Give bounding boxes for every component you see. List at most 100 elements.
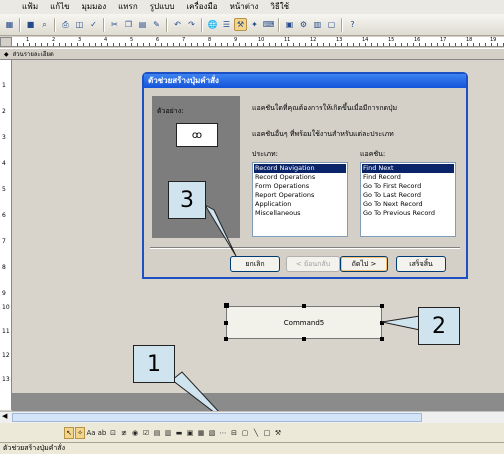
resize-handle[interactable] xyxy=(380,337,384,341)
hyperlink-icon[interactable]: 🌐 xyxy=(206,18,219,31)
image-icon[interactable]: ▣ xyxy=(185,427,195,439)
list-item[interactable]: Miscellaneous xyxy=(254,209,346,218)
resize-handle[interactable] xyxy=(224,321,228,325)
move-handle[interactable] xyxy=(224,303,229,308)
menu-tools[interactable]: เครื่องมือ xyxy=(180,0,223,14)
ruler-number: 1 xyxy=(26,37,30,43)
menu-help[interactable]: วิธีใช้ xyxy=(264,0,295,14)
autoformat-icon[interactable]: ✦ xyxy=(248,18,261,31)
standard-toolbar: ▦ ■ ⌕ ⎙ ◫ ✓ ✂ ❐ ▤ ✎ ↶ ↷ 🌐 ☰ ⚒ ✦ ⌨ ▣ ⚙ ▥ … xyxy=(0,14,504,36)
categories-listbox[interactable]: Record Navigation Record Operations Form… xyxy=(252,162,348,237)
label-icon[interactable]: Aa xyxy=(86,427,96,439)
properties-icon[interactable]: ▣ xyxy=(283,18,296,31)
ruler-number: 18 xyxy=(466,37,473,43)
command-button-icon[interactable]: ▬ xyxy=(174,427,184,439)
finish-button[interactable]: เสร็จสิ้น xyxy=(396,256,446,272)
help-icon[interactable]: ? xyxy=(346,18,359,31)
ruler-number: 11 xyxy=(2,328,10,335)
textbox-icon[interactable]: ab xyxy=(97,427,107,439)
back-button[interactable]: < ย้อนกลับ xyxy=(286,256,340,272)
resize-handle[interactable] xyxy=(380,304,384,308)
menu-edit[interactable]: แก้ไข xyxy=(44,0,76,14)
list-item[interactable]: Record Operations xyxy=(254,173,346,182)
cut-icon[interactable]: ✂ xyxy=(108,18,121,31)
copy-icon[interactable]: ❐ xyxy=(122,18,135,31)
cancel-button[interactable]: ยกเลิก xyxy=(230,256,280,272)
database-window-icon[interactable]: ▥ xyxy=(311,18,324,31)
list-item[interactable]: Go To Next Record xyxy=(362,200,454,209)
ruler-number: 6 xyxy=(2,212,6,219)
list-item[interactable]: Find Next xyxy=(362,164,454,173)
command-button-wizard-dialog: ตัวช่วยสร้างปุ่มคำสั่ง ตัวอย่าง: ꝏ แอคชั… xyxy=(142,72,468,279)
sample-label: ตัวอย่าง: xyxy=(157,107,184,115)
list-item[interactable]: Find Record xyxy=(362,173,454,182)
combo-box-icon[interactable]: ▤ xyxy=(152,427,162,439)
rectangle-icon[interactable]: □ xyxy=(262,427,272,439)
scroll-left-icon[interactable]: ◀ xyxy=(2,412,7,420)
list-box-icon[interactable]: ▥ xyxy=(163,427,173,439)
detail-section-header[interactable]: ◆ ส่วนรายละเอียด xyxy=(0,48,504,60)
ruler-number: 14 xyxy=(362,37,369,43)
print-icon[interactable]: ⎙ xyxy=(59,18,72,31)
line-icon[interactable]: ╲ xyxy=(251,427,261,439)
field-list-icon[interactable]: ☰ xyxy=(220,18,233,31)
scrollbar-thumb[interactable] xyxy=(12,413,422,422)
view-icon[interactable]: ▦ xyxy=(3,18,16,31)
toggle-button-icon[interactable]: ≢ xyxy=(119,427,129,439)
subform-icon[interactable]: ▢ xyxy=(240,427,250,439)
list-item[interactable]: Go To Last Record xyxy=(362,191,454,200)
menu-insert[interactable]: แทรก xyxy=(112,0,144,14)
search-icon[interactable]: ⌕ xyxy=(38,18,51,31)
page-break-icon[interactable]: ⋯ xyxy=(218,427,228,439)
control-wizards-icon[interactable]: ✧ xyxy=(75,426,85,439)
resize-handle[interactable] xyxy=(380,321,384,325)
list-item[interactable]: Go To First Record xyxy=(362,182,454,191)
command5-button[interactable]: Command5 xyxy=(226,306,382,339)
callout-1: 1 xyxy=(133,345,175,383)
next-button[interactable]: ถัดไป > xyxy=(340,256,388,272)
save-icon[interactable]: ■ xyxy=(24,18,37,31)
paste-icon[interactable]: ▤ xyxy=(136,18,149,31)
ruler-number: 4 xyxy=(2,160,6,167)
resize-handle[interactable] xyxy=(302,337,306,341)
redo-icon[interactable]: ↷ xyxy=(185,18,198,31)
menu-format[interactable]: รูปแบบ xyxy=(144,0,181,14)
ruler-number: 13 xyxy=(2,376,10,383)
menu-window[interactable]: หน้าต่าง xyxy=(224,0,265,14)
section-title: ส่วนรายละเอียด xyxy=(12,51,54,58)
resize-handle[interactable] xyxy=(224,337,228,341)
list-item[interactable]: Report Operations xyxy=(254,191,346,200)
toolbar-separator xyxy=(166,17,168,32)
ruler-number: 13 xyxy=(336,37,343,43)
list-item[interactable]: Form Operations xyxy=(254,182,346,191)
ruler-number: 3 xyxy=(78,37,82,43)
toolbar-separator xyxy=(103,17,105,32)
menu-file[interactable]: แฟ้ม xyxy=(0,0,44,14)
format-painter-icon[interactable]: ✎ xyxy=(150,18,163,31)
resize-handle[interactable] xyxy=(302,304,306,308)
list-item[interactable]: Go To Previous Record xyxy=(362,209,454,218)
code-icon[interactable]: ⌨ xyxy=(262,18,275,31)
new-object-icon[interactable]: ▢ xyxy=(325,18,338,31)
menu-view[interactable]: มุมมอง xyxy=(76,0,113,14)
horizontal-scrollbar[interactable]: ◀ xyxy=(0,411,504,423)
spelling-icon[interactable]: ✓ xyxy=(87,18,100,31)
toolbox-icon[interactable]: ⚒ xyxy=(234,18,247,31)
ruler-number: 3 xyxy=(2,134,6,141)
checkbox-icon[interactable]: ☑ xyxy=(141,427,151,439)
bound-object-icon[interactable]: ▧ xyxy=(207,427,217,439)
list-item[interactable]: Record Navigation xyxy=(254,164,346,173)
tab-control-icon[interactable]: ⊟ xyxy=(229,427,239,439)
actions-listbox[interactable]: Find Next Find Record Go To First Record… xyxy=(360,162,456,237)
print-preview-icon[interactable]: ◫ xyxy=(73,18,86,31)
command5-caption: Command5 xyxy=(283,318,325,327)
dialog-divider xyxy=(150,247,460,249)
build-icon[interactable]: ⚙ xyxy=(297,18,310,31)
select-objects-icon[interactable]: ↖ xyxy=(64,426,74,439)
unbound-object-icon[interactable]: ▦ xyxy=(196,427,206,439)
list-item[interactable]: Application xyxy=(254,200,346,209)
option-group-icon[interactable]: ⊡ xyxy=(108,427,118,439)
undo-icon[interactable]: ↶ xyxy=(171,18,184,31)
option-button-icon[interactable]: ◉ xyxy=(130,427,140,439)
more-controls-icon[interactable]: ⚒ xyxy=(273,427,283,439)
